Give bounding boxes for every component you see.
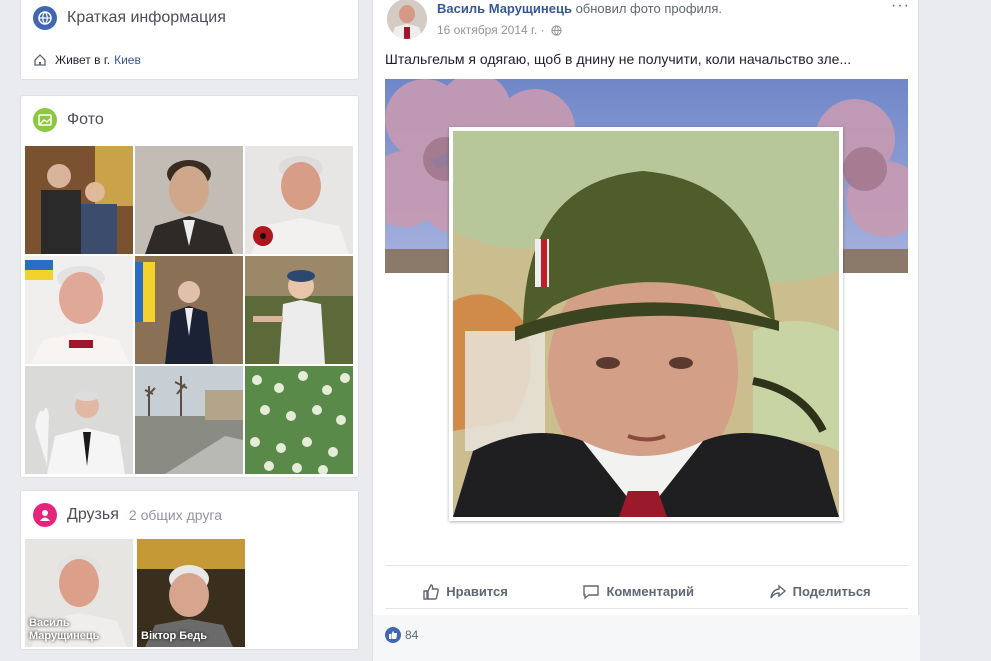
- intro-title[interactable]: Краткая информация: [67, 9, 226, 27]
- home-icon: [33, 53, 47, 67]
- lives-in-row: Живет в г. Киев: [33, 53, 141, 67]
- post-actions: Нравится Комментарий Поделиться: [385, 575, 908, 609]
- photo-grid: [25, 146, 353, 474]
- photo-thumbnail[interactable]: [25, 256, 133, 364]
- lives-label: Живет в г.: [55, 53, 111, 67]
- post-text: Штальгельм я одягаю, щоб в днину не полу…: [385, 51, 852, 67]
- share-button[interactable]: Поделиться: [769, 583, 871, 601]
- profile-photo: [449, 127, 843, 521]
- photos-title[interactable]: Фото: [67, 111, 104, 129]
- friend-grid: Василь Марущинець Віктор Бедь: [25, 539, 245, 647]
- like-reaction-icon: [385, 627, 401, 643]
- lives-city-link[interactable]: Киев: [114, 53, 141, 67]
- share-icon: [769, 583, 787, 601]
- mutual-friends-count[interactable]: 2 общих друга: [129, 507, 222, 523]
- photos-card: Фото: [20, 95, 359, 478]
- author-avatar[interactable]: [387, 0, 427, 39]
- post-date-link[interactable]: 16 октября 2014 г. ·: [437, 23, 545, 37]
- friend-name[interactable]: Василь Марущинець: [29, 617, 133, 643]
- intro-card: Краткая информация Живет в г. Киев: [20, 0, 359, 80]
- globe-icon: [550, 24, 562, 36]
- comment-button[interactable]: Комментарий: [582, 583, 694, 601]
- friend-tile[interactable]: Віктор Бедь: [137, 539, 245, 647]
- right-gutter: [920, 0, 991, 661]
- photo-thumbnail[interactable]: [25, 146, 133, 254]
- photo-thumbnail[interactable]: [245, 146, 353, 254]
- photo-thumbnail[interactable]: [25, 366, 133, 474]
- photo-thumbnail[interactable]: [135, 146, 243, 254]
- globe-icon: [33, 6, 57, 30]
- friend-name[interactable]: Віктор Бедь: [141, 630, 207, 643]
- like-button[interactable]: Нравится: [422, 583, 508, 601]
- friends-title[interactable]: Друзья: [67, 506, 119, 524]
- more-options-button[interactable]: ···: [891, 0, 910, 15]
- friends-card: Друзья 2 общих друга Василь Марущинець В…: [20, 490, 359, 650]
- comment-label: Комментарий: [606, 584, 695, 599]
- friends-icon: [33, 503, 57, 527]
- author-name-link[interactable]: Василь Марущинець: [437, 1, 572, 16]
- like-label: Нравится: [446, 584, 508, 599]
- photo-icon: [33, 108, 57, 132]
- post-action-text: обновил фото профиля.: [575, 1, 723, 16]
- photo-thumbnail[interactable]: [135, 366, 243, 474]
- thumbs-up-icon: [422, 583, 440, 601]
- post-image[interactable]: [385, 79, 908, 566]
- post-meta: 16 октября 2014 г. ·: [437, 23, 562, 37]
- photo-thumbnail[interactable]: [135, 256, 243, 364]
- like-count[interactable]: 84: [385, 627, 418, 643]
- friends-header: Друзья 2 общих друга: [33, 503, 222, 527]
- reactions-bar: 84: [373, 615, 920, 661]
- photo-thumbnail[interactable]: [245, 256, 353, 364]
- post-card: Василь Марущинець обновил фото профиля. …: [372, 0, 920, 661]
- photo-thumbnail[interactable]: [245, 366, 353, 474]
- like-count-value: 84: [405, 628, 419, 642]
- photos-header: Фото: [33, 108, 104, 132]
- post-header-text: Василь Марущинець обновил фото профиля.: [437, 1, 722, 16]
- comment-icon: [582, 583, 600, 601]
- share-label: Поделиться: [792, 584, 871, 599]
- friend-tile[interactable]: Василь Марущинець: [25, 539, 133, 647]
- intro-header: Краткая информация: [33, 6, 226, 30]
